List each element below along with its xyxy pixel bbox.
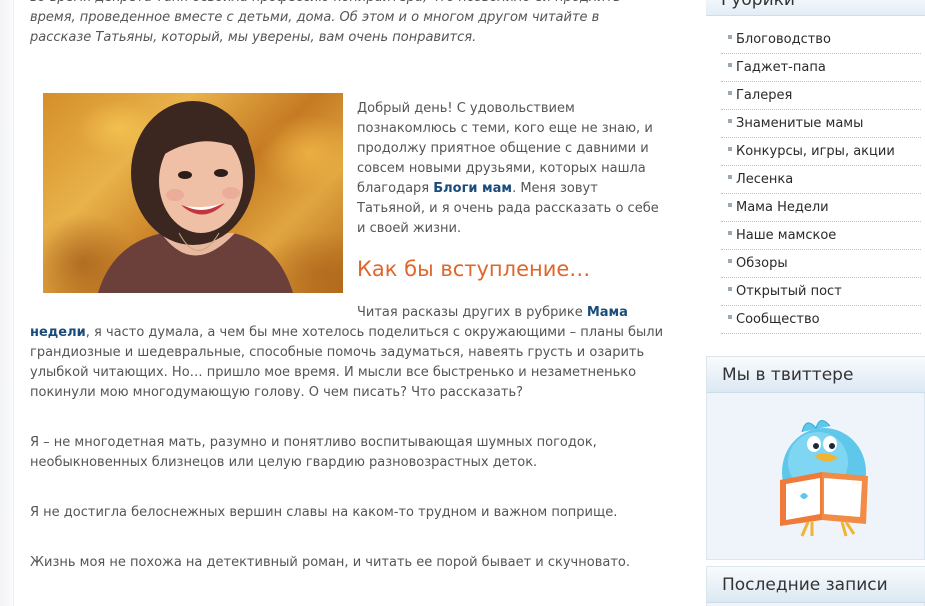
section-heading: Как бы вступление…	[357, 257, 591, 281]
intro-line: рассказе Татьяны, который, мы уверены, в…	[30, 30, 477, 45]
category-item[interactable]: Мама Недели	[721, 194, 921, 222]
category-label: Наше мамское	[736, 228, 837, 243]
intro-story-paragraph: Читая расказы других в рубрике Мама неде…	[30, 303, 666, 403]
bullet-icon	[728, 315, 732, 319]
category-item[interactable]: Сообщество	[721, 306, 921, 334]
page-left-edge	[0, 0, 14, 606]
sidebar: Рубрики Блоговодство Гаджет-папа Галерея…	[706, 0, 925, 606]
recent-posts-title: Последние записи	[707, 567, 925, 603]
categories-list: Блоговодство Гаджет-папа Галерея Знамени…	[706, 26, 925, 334]
paragraph-fame: Я не достигла белоснежных вершин славы н…	[30, 505, 618, 520]
category-item[interactable]: Гаджет-папа	[721, 54, 921, 82]
category-label: Сообщество	[736, 312, 820, 327]
story-text-end: , я часто думала, а чем бы мне хотелось …	[30, 325, 664, 400]
article-content: во время декрета Таня освоила профессию …	[16, 0, 688, 606]
blogs-link[interactable]: Блоги мам	[433, 181, 512, 196]
intro-line: во время декрета Таня освоила профессию …	[30, 0, 660, 8]
category-item[interactable]: Наше мамское	[721, 222, 921, 250]
category-item[interactable]: Открытый пост	[721, 278, 921, 306]
category-label: Блоговодство	[736, 32, 831, 47]
category-item[interactable]: Конкурсы, игры, акции	[721, 138, 921, 166]
paragraph-life: Жизнь моя не похожа на детективный роман…	[30, 555, 630, 570]
category-label: Обзоры	[736, 256, 788, 271]
categories-title: Рубрики	[706, 0, 925, 16]
twitter-widget-title: Мы в твиттере	[707, 357, 925, 393]
category-item[interactable]: Лесенка	[721, 166, 921, 194]
category-label: Знаменитые мамы	[736, 116, 864, 131]
category-item[interactable]: Обзоры	[721, 250, 921, 278]
bullet-icon	[728, 147, 732, 151]
category-item[interactable]: Блоговодство	[721, 26, 921, 54]
twitter-bird-reading-book-icon[interactable]	[772, 410, 884, 540]
bullet-icon	[728, 231, 732, 235]
bullet-icon	[728, 175, 732, 179]
story-text: Читая расказы других в рубрике	[357, 305, 587, 320]
intro-line: время, проведенное вместе с детьми, дома…	[30, 10, 600, 25]
bullet-icon	[728, 91, 732, 95]
article-intro: во время декрета Таня освоила профессию …	[30, 0, 660, 48]
greeting-paragraph: Добрый день! С удовольствием познакомлюс…	[357, 99, 667, 239]
category-label: Мама Недели	[736, 200, 829, 215]
author-photo	[43, 93, 343, 293]
category-item[interactable]: Галерея	[721, 82, 921, 110]
category-label: Галерея	[736, 88, 793, 103]
bullet-icon	[728, 259, 732, 263]
bullet-icon	[728, 35, 732, 39]
category-label: Гаджет-папа	[736, 60, 826, 75]
bullet-icon	[728, 203, 732, 207]
bullet-icon	[728, 287, 732, 291]
bullet-icon	[728, 119, 732, 123]
category-label: Конкурсы, игры, акции	[736, 144, 895, 159]
recent-posts-widget: Последние записи	[706, 566, 925, 606]
paragraph-mother: Я – не многодетная мать, разумно и понят…	[30, 435, 597, 470]
bullet-icon	[728, 63, 732, 67]
category-label: Лесенка	[736, 172, 794, 187]
category-item[interactable]: Знаменитые мамы	[721, 110, 921, 138]
category-label: Открытый пост	[736, 284, 842, 299]
